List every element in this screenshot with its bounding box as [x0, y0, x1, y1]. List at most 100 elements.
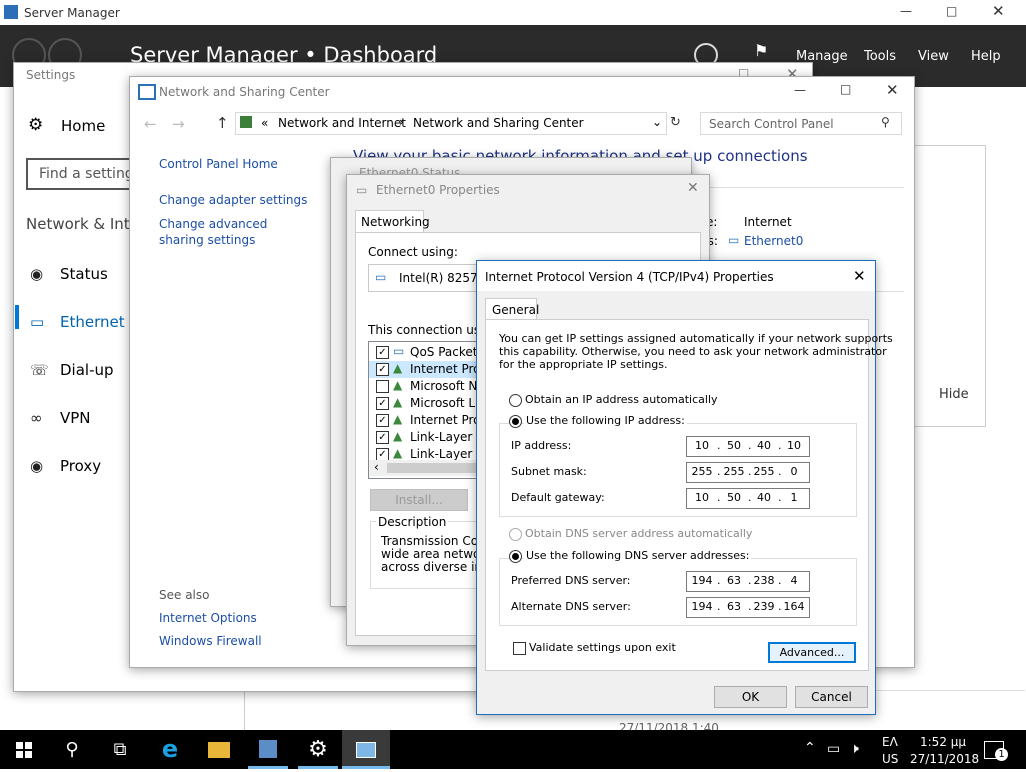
tab-networking[interactable]: Networking	[355, 210, 430, 233]
validate-label[interactable]: Validate settings upon exit	[529, 641, 676, 654]
internet-explorer-button[interactable]: e	[146, 730, 194, 769]
ip-octet[interactable]: 63	[721, 574, 747, 587]
cancel-button[interactable]: Cancel	[795, 686, 868, 708]
ip-octet[interactable]: 50	[721, 491, 747, 504]
settings-taskbar-button[interactable]: ⚙	[294, 730, 342, 769]
scrollbar-thumb[interactable]	[387, 463, 487, 473]
tab-general[interactable]: General	[485, 298, 539, 320]
list-item[interactable]: ✓ ▲ Internet Protoc	[369, 412, 499, 429]
network-tray-icon[interactable]: ▭	[827, 741, 840, 757]
settings-home[interactable]: ⚙ Home	[28, 115, 138, 139]
use-dns-radio[interactable]	[509, 550, 522, 563]
hide-link[interactable]: Hide	[939, 387, 969, 402]
refresh-icon[interactable]: ↻	[670, 115, 681, 130]
menu-help[interactable]: Help	[971, 49, 1001, 64]
address-segment[interactable]: Network and Internet	[278, 116, 406, 130]
component-checkbox[interactable]: ✓	[376, 363, 389, 376]
sidebar-item-dialup[interactable]: ☏ Dial-up	[14, 357, 129, 387]
install-button[interactable]: Install...	[370, 489, 468, 511]
volume-muted-icon[interactable]: 🕨	[850, 741, 859, 757]
component-checkbox[interactable]: ✓	[376, 397, 389, 410]
maximize-icon[interactable]: □	[840, 82, 851, 96]
obtain-dns-radio[interactable]	[509, 528, 522, 541]
nsc-search-input[interactable]: Search Control Panel ⚲	[700, 112, 902, 135]
clock-time[interactable]: 1:52 μμ	[920, 735, 966, 749]
sidebar-item-ethernet[interactable]: ▭ Ethernet	[14, 309, 129, 339]
task-view-button[interactable]: ⧉	[96, 730, 144, 769]
start-button[interactable]	[0, 730, 48, 769]
forward-icon[interactable]: →	[172, 115, 185, 133]
ok-button[interactable]: OK	[714, 686, 787, 708]
list-item[interactable]: ✓ ▲ Internet Protoc	[369, 361, 499, 378]
ip-octet[interactable]: 194	[689, 574, 715, 587]
see-also-windows-firewall[interactable]: Windows Firewall	[159, 634, 262, 648]
nsc-link-sharing[interactable]: Change advanced sharing settings	[159, 216, 309, 248]
component-checkbox[interactable]	[376, 380, 389, 393]
close-icon[interactable]: ✕	[992, 2, 1005, 20]
ip-octet[interactable]: 10	[781, 439, 807, 452]
list-item[interactable]: ✓ ▲ Microsoft LLD	[369, 395, 491, 412]
component-checkbox[interactable]: ✓	[376, 431, 389, 444]
up-icon[interactable]: ↑	[216, 114, 229, 132]
address-bar[interactable]: « Network and Internet › Network and Sha…	[235, 112, 667, 135]
chevron-down-icon[interactable]: ⌄	[652, 115, 662, 129]
minimize-icon[interactable]: —	[900, 4, 912, 18]
ip-octet[interactable]: 50	[721, 439, 747, 452]
file-explorer-button[interactable]	[195, 730, 243, 769]
nsc-link-adapter[interactable]: Change adapter settings	[159, 193, 307, 207]
ip-octet[interactable]: 255	[689, 465, 715, 478]
advanced-button[interactable]: Advanced...	[768, 642, 856, 663]
region-indicator[interactable]: US	[882, 752, 898, 766]
close-icon[interactable]: ✕	[886, 81, 899, 99]
ip-octet[interactable]: 40	[751, 491, 777, 504]
sidebar-item-proxy[interactable]: ◉ Proxy	[14, 453, 129, 483]
preferred-dns-field[interactable]: 194. 63. 238. 4	[686, 571, 810, 592]
obtain-dns-label[interactable]: Obtain DNS server address automatically	[525, 527, 752, 540]
ip-octet[interactable]: 4	[781, 574, 807, 587]
ip-octet[interactable]: 1	[781, 491, 807, 504]
ip-octet[interactable]: 10	[689, 439, 715, 452]
ip-address-field[interactable]: 10. 50. 40. 10	[686, 436, 810, 457]
ip-octet[interactable]: 10	[689, 491, 715, 504]
notifications-button[interactable]: 1	[984, 741, 1008, 761]
nsc-link-home[interactable]: Control Panel Home	[159, 157, 278, 171]
see-also-internet-options[interactable]: Internet Options	[159, 611, 257, 625]
menu-tools[interactable]: Tools	[864, 49, 896, 64]
ip-octet[interactable]: 40	[751, 439, 777, 452]
sidebar-item-vpn[interactable]: ∞ VPN	[14, 405, 129, 435]
use-ip-label[interactable]: Use the following IP address:	[524, 414, 687, 427]
flag-icon[interactable]: ⚑	[754, 41, 768, 60]
server-manager-taskbar-button[interactable]	[244, 730, 292, 769]
ip-octet[interactable]: 194	[689, 600, 715, 613]
ip-octet[interactable]: 164	[781, 600, 807, 613]
use-ip-radio[interactable]	[509, 415, 522, 428]
connections-link[interactable]: Ethernet0	[744, 234, 803, 248]
clock-date[interactable]: 27/11/2018	[910, 752, 979, 766]
gateway-field[interactable]: 10. 50. 40. 1	[686, 488, 810, 509]
close-icon[interactable]: ✕	[853, 267, 866, 285]
menu-view[interactable]: View	[918, 49, 949, 64]
list-item[interactable]: ✓ ▲ Link-Layer To	[369, 429, 489, 446]
ip-octet[interactable]: 255	[751, 465, 777, 478]
component-checkbox[interactable]: ✓	[376, 346, 389, 359]
obtain-ip-radio[interactable]	[509, 394, 522, 407]
validate-checkbox[interactable]	[513, 642, 526, 655]
alternate-dns-field[interactable]: 194. 63. 239. 164	[686, 597, 810, 618]
search-button[interactable]: ⚲	[48, 730, 96, 769]
obtain-ip-label[interactable]: Obtain an IP address automatically	[525, 393, 718, 406]
subnet-mask-field[interactable]: 255. 255. 255. 0	[686, 462, 810, 483]
list-item[interactable]: ✓ ▭ QoS Packet S	[369, 344, 489, 361]
chevron-up-icon[interactable]: ⌃	[804, 740, 816, 756]
component-checkbox[interactable]: ✓	[376, 414, 389, 427]
sidebar-item-status[interactable]: ◉ Status	[14, 261, 129, 291]
use-dns-label[interactable]: Use the following DNS server addresses:	[524, 549, 752, 562]
ip-octet[interactable]: 63	[721, 600, 747, 613]
ip-octet[interactable]: 238	[751, 574, 777, 587]
ip-octet[interactable]: 255	[721, 465, 747, 478]
maximize-icon[interactable]: □	[946, 4, 957, 18]
ip-octet[interactable]: 0	[781, 465, 807, 478]
list-item[interactable]: ▲ Microsoft Netw	[369, 378, 499, 395]
address-segment[interactable]: Network and Sharing Center	[413, 116, 584, 130]
settings-search-input[interactable]: Find a setting	[26, 158, 138, 190]
language-indicator[interactable]: ΕΛ	[882, 735, 898, 749]
